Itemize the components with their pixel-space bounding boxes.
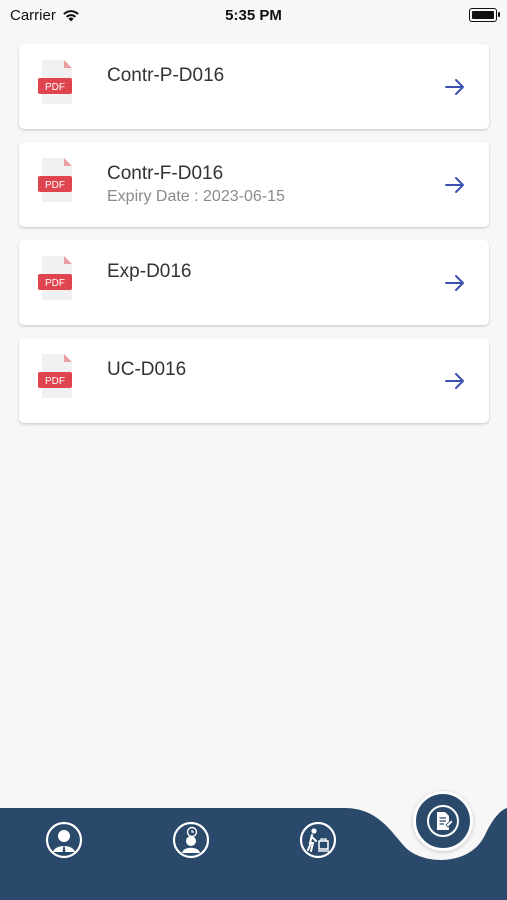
document-card[interactable]: PDF Exp-D016 [19, 240, 489, 325]
document-subtitle: Expiry Date : 2023-06-15 [107, 188, 285, 205]
document-title: Contr-P-D016 [107, 65, 225, 86]
wifi-icon [63, 9, 79, 21]
arrow-right-icon[interactable] [443, 271, 467, 295]
pdf-file-icon: PDF [38, 354, 72, 398]
pdf-file-icon: PDF [38, 158, 72, 202]
pdf-file-icon: PDF [38, 256, 72, 300]
carrier-label: Carrier [10, 6, 56, 24]
document-list: PDF Contr-P-D016 PDF Contr-F-D016 Expiry… [19, 44, 489, 436]
document-card[interactable]: PDF UC-D016 [19, 338, 489, 423]
arrow-right-icon[interactable] [443, 369, 467, 393]
documents-icon [427, 805, 459, 837]
arrow-right-icon[interactable] [443, 173, 467, 197]
document-title: Exp-D016 [107, 261, 192, 282]
arrow-right-icon[interactable] [443, 75, 467, 99]
pdf-label: PDF [45, 82, 65, 93]
pdf-label: PDF [45, 376, 65, 387]
document-title: Contr-F-D016 [107, 163, 224, 184]
document-title: UC-D016 [107, 359, 187, 380]
battery-icon [469, 8, 500, 22]
status-bar: Carrier 5:35 PM [0, 0, 507, 30]
pdf-file-icon: PDF [38, 60, 72, 104]
leave-icon[interactable] [299, 821, 337, 859]
carrier-area: Carrier [10, 7, 80, 24]
profile-icon[interactable] [45, 821, 83, 859]
pdf-label: PDF [45, 278, 65, 289]
document-card[interactable]: PDF Contr-F-D016 Expiry Date : 2023-06-1… [19, 142, 489, 227]
documents-button[interactable] [413, 791, 473, 851]
document-card[interactable]: PDF Contr-P-D016 [19, 44, 489, 129]
attendance-icon[interactable] [172, 821, 210, 859]
pdf-label: PDF [45, 180, 65, 191]
clock: 5:35 PM [225, 6, 282, 24]
